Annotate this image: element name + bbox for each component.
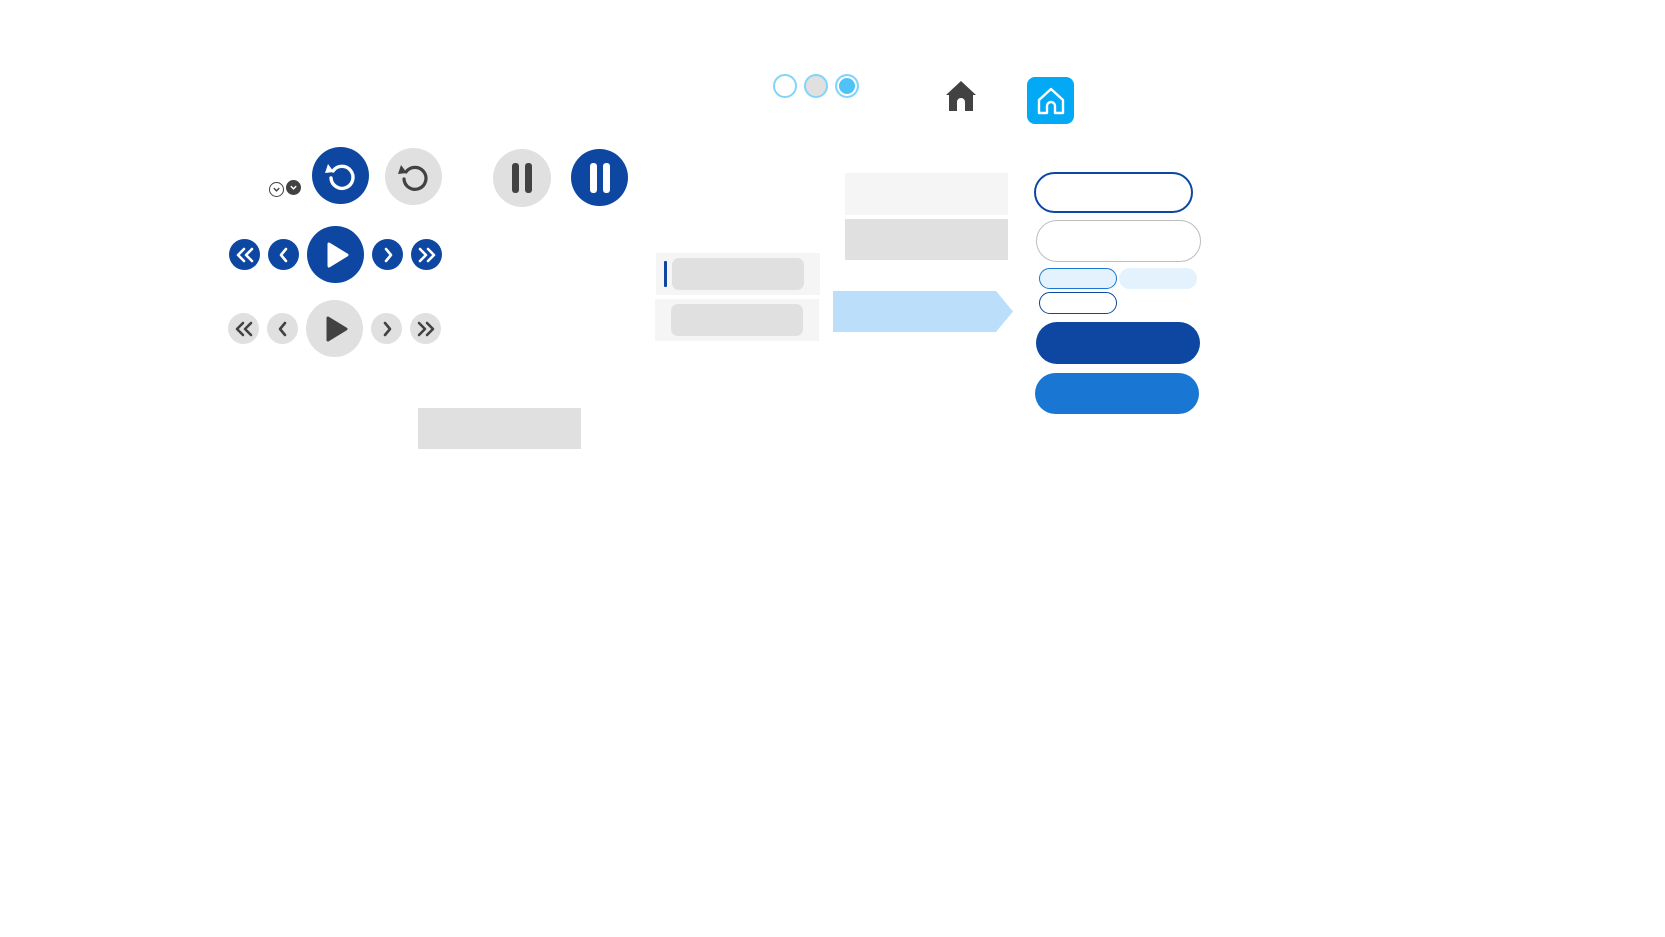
- last-button-primary[interactable]: [411, 239, 442, 270]
- home-tile-button[interactable]: [1027, 77, 1074, 124]
- outline-pill[interactable]: [1036, 220, 1201, 262]
- first-button-primary[interactable]: [229, 239, 260, 270]
- play-button-primary[interactable]: [307, 226, 364, 283]
- replay-button-secondary[interactable]: [385, 148, 442, 205]
- pause-button-secondary[interactable]: [493, 149, 551, 207]
- replay-button-primary[interactable]: [312, 147, 369, 204]
- replay-icon: [397, 164, 428, 191]
- selection-indicator: [664, 261, 667, 287]
- chevron-left-icon: [279, 247, 287, 262]
- last-button-secondary[interactable]: [410, 313, 441, 344]
- prev-button-primary[interactable]: [268, 239, 299, 270]
- play-icon: [326, 316, 347, 341]
- double-chevron-left-icon: [235, 321, 252, 336]
- home-icon: [1037, 87, 1064, 114]
- next-button-secondary[interactable]: [371, 313, 402, 344]
- list-item-content: [671, 304, 803, 336]
- panel-medium: [845, 219, 1008, 260]
- placeholder-block: [418, 408, 581, 449]
- home-icon[interactable]: [944, 79, 978, 113]
- pager-dot-selected[interactable]: [835, 74, 859, 98]
- pause-icon: [512, 163, 532, 193]
- play-button-secondary[interactable]: [306, 300, 363, 357]
- prev-button-secondary[interactable]: [267, 313, 298, 344]
- chevron-down-icon[interactable]: [269, 182, 284, 197]
- pager-dot-neutral[interactable]: [804, 74, 828, 98]
- list-item-content: [672, 258, 804, 290]
- pager-dot-empty[interactable]: [773, 74, 797, 98]
- arrow-tag[interactable]: [833, 291, 1013, 332]
- first-button-secondary[interactable]: [228, 313, 259, 344]
- double-chevron-left-icon: [236, 247, 253, 262]
- chip-outline[interactable]: [1039, 292, 1117, 314]
- list-item[interactable]: [655, 299, 819, 341]
- double-chevron-right-icon: [417, 321, 434, 336]
- outline-pill-focused[interactable]: [1034, 172, 1193, 213]
- chip-soft[interactable]: [1119, 268, 1197, 289]
- chip-selected[interactable]: [1039, 268, 1117, 289]
- next-button-primary[interactable]: [372, 239, 403, 270]
- play-icon: [327, 242, 348, 267]
- pause-icon: [589, 162, 610, 193]
- chevron-left-icon: [278, 321, 286, 336]
- primary-pill-button[interactable]: [1036, 322, 1200, 364]
- chevron-right-icon: [383, 321, 391, 336]
- list-item-selected[interactable]: [656, 253, 820, 295]
- replay-icon: [324, 163, 355, 190]
- panel-light: [845, 173, 1008, 215]
- double-chevron-right-icon: [418, 247, 435, 262]
- secondary-pill-button[interactable]: [1035, 373, 1199, 414]
- chevron-right-icon: [384, 247, 392, 262]
- chevron-down-filled-icon[interactable]: [286, 180, 301, 195]
- pause-button-primary[interactable]: [571, 149, 628, 206]
